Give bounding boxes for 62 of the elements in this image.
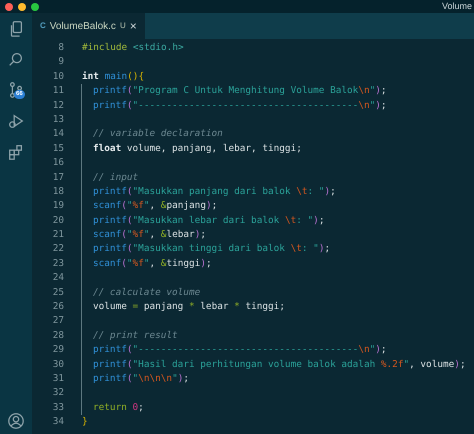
- editor-tab[interactable]: C VolumeBalok.c U ×: [32, 13, 145, 39]
- untracked-status: U: [120, 20, 126, 32]
- line-number: 9: [57, 55, 64, 70]
- minimize-window-icon[interactable]: [18, 2, 26, 10]
- line-number: 31: [52, 372, 64, 386]
- run-debug-icon[interactable]: [7, 112, 25, 130]
- line-number: 16: [52, 156, 64, 170]
- code-line: scanf("%f", &panjang);: [93, 199, 218, 214]
- line-number: 22: [52, 242, 64, 256]
- line-number: 11: [52, 84, 64, 98]
- line-number: 10: [52, 70, 64, 84]
- code-line: printf("---------------------------------------\n");: [93, 98, 387, 113]
- code-line: printf("Masukkan panjang dari balok \t: ");: [93, 184, 336, 199]
- code-line: volume = panjang * lebar * tinggi;: [93, 300, 285, 314]
- file-type-icon: C: [40, 20, 46, 32]
- line-number: 33: [52, 400, 64, 415]
- line-number: 34: [52, 415, 64, 430]
- line-number: 32: [52, 386, 64, 400]
- window-title: Volume: [442, 0, 472, 13]
- maximize-window-icon[interactable]: [31, 2, 39, 10]
- code-line: return 0;: [93, 400, 144, 415]
- code-comment: // print result: [93, 328, 178, 343]
- code-line: printf("Program C Untuk Menghitung Volume Balok\n");: [93, 84, 387, 98]
- extensions-icon[interactable]: [7, 143, 25, 161]
- line-number: 26: [52, 300, 64, 314]
- line-number: 19: [52, 199, 64, 214]
- line-number: 27: [52, 314, 64, 328]
- line-number: 29: [52, 343, 64, 358]
- source-control-icon[interactable]: [7, 81, 25, 99]
- code-line: scanf("%f", &tinggi);: [93, 256, 212, 271]
- code-line: printf("---------------------------------------\n");: [93, 343, 387, 358]
- code-line: float volume, panjang, lebar, tinggi;: [93, 142, 302, 156]
- line-number: 13: [52, 112, 64, 127]
- line-number: 15: [52, 142, 64, 156]
- line-number: 18: [52, 184, 64, 199]
- close-tab-button[interactable]: ×: [130, 20, 137, 32]
- code-line: printf("Hasil dari perhitungan volume balok adalah %.2f", volume);: [93, 358, 466, 372]
- line-number: 12: [52, 98, 64, 113]
- code-line: printf("\n\n\n");: [93, 372, 190, 386]
- code-comment: // variable declaration: [93, 127, 223, 142]
- line-number: 25: [52, 286, 64, 300]
- code-line: scanf("%f", &lebar);: [93, 228, 206, 242]
- line-number: 24: [52, 271, 64, 286]
- line-number: 21: [52, 228, 64, 242]
- search-icon[interactable]: [7, 50, 25, 68]
- code-line: #include <stdio.h>: [82, 41, 184, 55]
- code-comment: // input: [93, 170, 138, 185]
- close-window-icon[interactable]: [5, 2, 13, 10]
- code-line: printf("Masukkan lebar dari balok \t: ");: [93, 214, 324, 228]
- line-number: 14: [52, 127, 64, 142]
- tab-label: VolumeBalok.c: [50, 20, 116, 34]
- line-number: 30: [52, 358, 64, 372]
- line-number: 20: [52, 214, 64, 228]
- account-icon[interactable]: [7, 412, 25, 430]
- code-line: int main(){: [82, 70, 144, 84]
- line-number: 23: [52, 256, 64, 271]
- code-line: printf("Masukkan tinggi dari balok \t: ");: [93, 242, 330, 256]
- line-number: 28: [52, 328, 64, 343]
- line-number: 8: [57, 41, 64, 55]
- line-number: 17: [52, 170, 64, 185]
- code-comment: // calculate volume: [93, 286, 200, 300]
- code-line: }: [82, 415, 88, 430]
